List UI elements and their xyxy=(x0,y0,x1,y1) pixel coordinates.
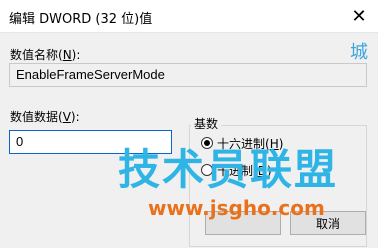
hex-radio[interactable] xyxy=(201,137,213,149)
dialog-title: 编辑 DWORD (32 位)值 xyxy=(9,12,153,27)
value-name-label: 数值名称(N): xyxy=(10,48,81,62)
base-group-title: 基数 xyxy=(191,115,222,132)
value-data-label: 数值数据(V): xyxy=(10,110,80,124)
close-icon: ✕ xyxy=(351,5,367,27)
title-bar: 编辑 DWORD (32 位)值 ✕ xyxy=(0,0,378,33)
dialog-body: 数值名称(N): EnableFrameServerMode 数值数据(V): … xyxy=(0,33,378,248)
watermark-side-glyph: 城 xyxy=(350,42,368,63)
dec-radio[interactable] xyxy=(201,164,213,176)
value-data-input[interactable]: 0 xyxy=(9,130,172,154)
close-button[interactable]: ✕ xyxy=(340,0,378,32)
cancel-button[interactable]: 取消 xyxy=(290,211,366,235)
hex-radio-label[interactable]: 十六进制(H) xyxy=(217,135,283,152)
dec-radio-label[interactable]: 十进制(D) xyxy=(217,162,272,179)
ok-button[interactable] xyxy=(205,211,281,235)
value-name-field: EnableFrameServerMode xyxy=(9,63,367,87)
